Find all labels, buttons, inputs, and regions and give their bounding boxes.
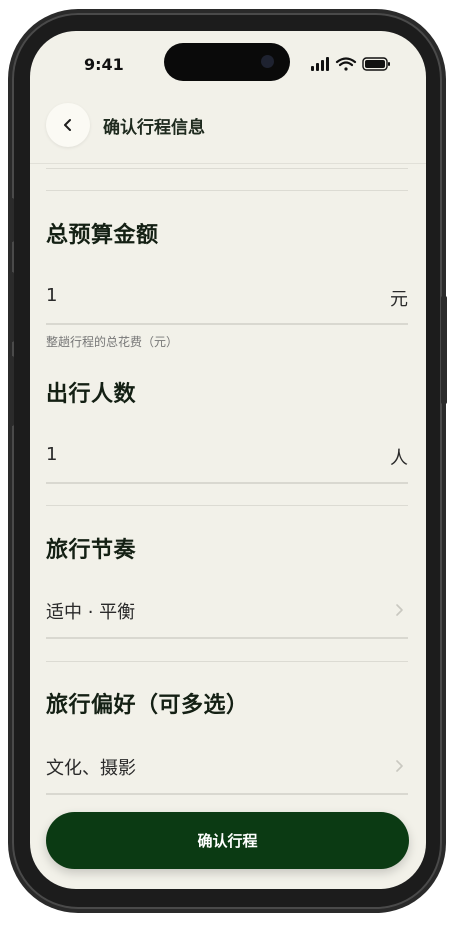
chevron-right-icon <box>396 604 403 616</box>
power-button <box>441 296 447 404</box>
budget-hint: 整趟行程的总花费（元） <box>46 335 179 349</box>
travelers-section-title: 出行人数 <box>46 382 137 407</box>
travelers-input-underline <box>46 482 408 484</box>
signal-icon <box>311 57 329 71</box>
status-icons <box>311 57 390 71</box>
screen: 9:41 确认行程信息 总预算金额 1 元 整趟行程的总花费（元） 出行人数 1… <box>30 31 426 889</box>
travelers-unit: 人 <box>390 448 408 469</box>
preferences-underline <box>46 793 408 795</box>
divider <box>46 190 408 191</box>
camera-icon <box>261 55 274 68</box>
back-button[interactable] <box>46 103 90 147</box>
confirm-trip-button[interactable]: 确认行程 <box>46 812 409 869</box>
mute-switch <box>8 198 14 242</box>
page-title: 确认行程信息 <box>103 118 205 138</box>
budget-input[interactable]: 1 <box>46 285 57 306</box>
pace-select[interactable]: 适中 · 平衡 <box>46 598 135 624</box>
travelers-input[interactable]: 1 <box>46 444 57 465</box>
divider <box>46 505 408 506</box>
status-time: 9:41 <box>84 55 124 74</box>
budget-section-title: 总预算金额 <box>46 223 159 248</box>
volume-up-button <box>8 272 14 342</box>
volume-down-button <box>8 356 14 426</box>
pace-underline <box>46 637 408 639</box>
dynamic-island <box>164 43 290 81</box>
pace-section-title: 旅行节奏 <box>46 538 137 563</box>
divider <box>46 661 408 662</box>
divider <box>46 168 408 169</box>
header-divider <box>30 163 426 164</box>
wifi-icon <box>335 57 357 71</box>
battery-icon <box>362 57 390 71</box>
budget-input-underline <box>46 323 408 325</box>
chevron-left-icon <box>64 119 71 131</box>
preferences-section-title: 旅行偏好（可多选） <box>46 693 249 718</box>
budget-unit: 元 <box>390 289 408 310</box>
preferences-select[interactable]: 文化、摄影 <box>46 754 136 780</box>
chevron-right-icon <box>396 760 403 772</box>
